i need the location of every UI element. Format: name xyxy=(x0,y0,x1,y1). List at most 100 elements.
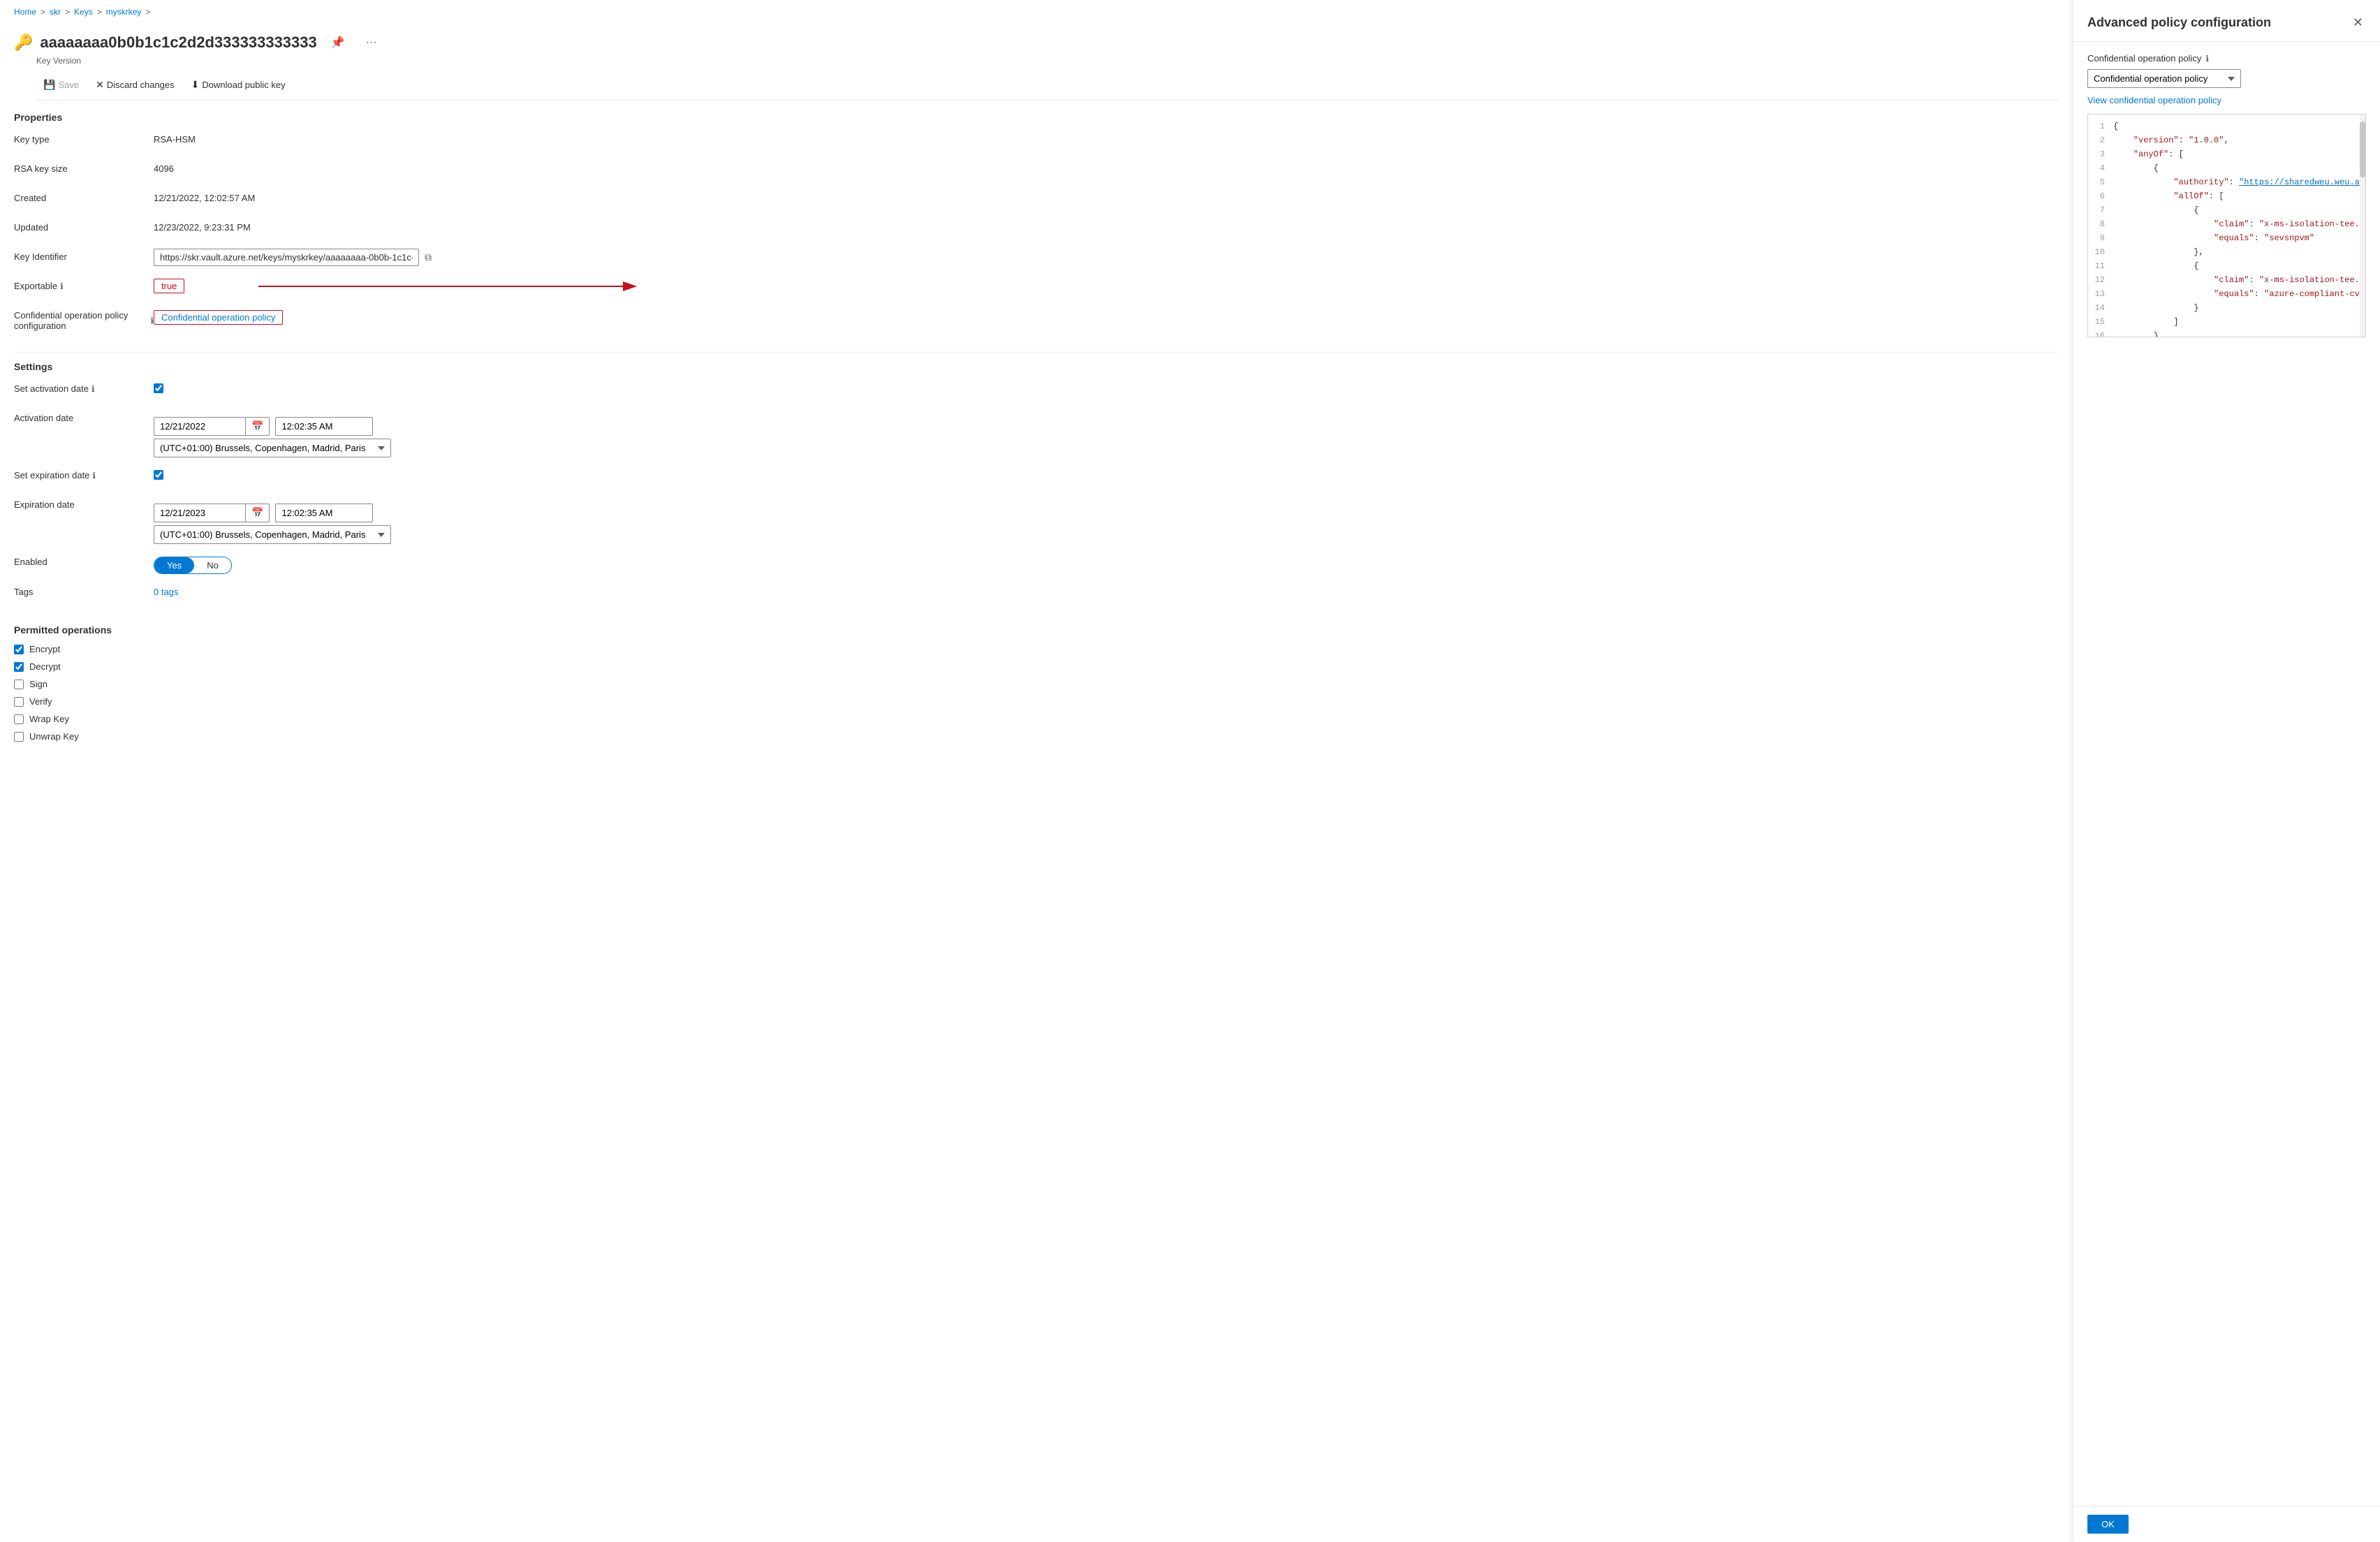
side-panel-footer: OK xyxy=(2073,1506,2380,1542)
tags-link[interactable]: 0 tags xyxy=(154,587,178,597)
updated-label: Updated xyxy=(14,219,154,233)
page-header: 🔑 aaaaaaaa0b0b1c1c2d2d333333333333 📌 ···… xyxy=(0,24,2073,101)
breadcrumb-skr[interactable]: skr xyxy=(50,7,61,17)
set-expiration-checkbox[interactable] xyxy=(154,470,163,480)
set-activation-checkbox[interactable] xyxy=(154,383,163,393)
unwrap-key-label: Unwrap Key xyxy=(29,731,79,742)
no-button[interactable]: No xyxy=(194,557,231,573)
save-button[interactable]: 💾 Save xyxy=(36,75,86,94)
created-label: Created xyxy=(14,190,154,203)
enabled-label: Enabled xyxy=(14,554,154,567)
expiration-timezone-select[interactable]: (UTC+01:00) Brussels, Copenhagen, Madrid… xyxy=(154,525,391,544)
wrap-key-label: Wrap Key xyxy=(29,714,69,724)
divider-1 xyxy=(14,352,2059,353)
scrollbar-thumb xyxy=(2360,122,2365,177)
policy-dropdown[interactable]: Confidential operation policy xyxy=(2087,69,2241,88)
expiration-calendar-icon[interactable]: 📅 xyxy=(245,504,269,522)
operation-row-unwrap-key: Unwrap Key xyxy=(14,731,2059,742)
created-value: 12/21/2022, 12:02:57 AM xyxy=(154,190,255,203)
policy-dropdown-label: Confidential operation policy xyxy=(2087,53,2201,64)
exportable-label: Exportable ℹ xyxy=(14,278,154,291)
copy-key-id-button[interactable]: ⧉ xyxy=(422,249,434,266)
breadcrumb-keys[interactable]: Keys xyxy=(74,7,93,17)
yes-button[interactable]: Yes xyxy=(154,557,194,573)
view-policy-link[interactable]: View confidential operation policy xyxy=(2087,95,2366,105)
rsa-key-size-row: RSA key size 4096 xyxy=(14,161,2059,180)
more-button[interactable]: ··· xyxy=(359,33,384,52)
activation-date-row-inputs: 📅 xyxy=(154,417,391,436)
code-line-13: 13 "equals": "azure-compliant-cvm" xyxy=(2088,288,2365,302)
code-line-1: 1 { xyxy=(2088,120,2365,134)
expiration-tz-wrapper: (UTC+01:00) Brussels, Copenhagen, Madrid… xyxy=(154,525,391,544)
verify-checkbox[interactable] xyxy=(14,697,24,707)
key-identifier-input-wrapper: ⧉ xyxy=(154,249,434,266)
key-identifier-row: Key Identifier ⧉ xyxy=(14,249,2059,268)
properties-section: Properties Key type RSA-HSM RSA key size… xyxy=(0,101,2073,352)
operation-row-sign: Sign xyxy=(14,679,2059,689)
discard-button[interactable]: ✕ Discard changes xyxy=(89,75,182,94)
decrypt-checkbox[interactable] xyxy=(14,662,24,672)
expiration-date-picker: 📅 xyxy=(154,504,270,522)
policy-config-badge[interactable]: Confidential operation policy xyxy=(154,310,283,325)
sign-checkbox[interactable] xyxy=(14,680,24,689)
breadcrumb-home[interactable]: Home xyxy=(14,7,36,17)
code-line-10: 10 }, xyxy=(2088,246,2365,260)
policy-config-row: Confidential operation policy configurat… xyxy=(14,307,2059,331)
code-line-8: 8 "claim": "x-ms-isolation-tee.x-ms-atte… xyxy=(2088,218,2365,232)
set-expiration-row: Set expiration date ℹ xyxy=(14,467,2059,487)
activation-timezone-select[interactable]: (UTC+01:00) Brussels, Copenhagen, Madrid… xyxy=(154,439,391,457)
ok-button[interactable]: OK xyxy=(2087,1515,2129,1534)
sign-label: Sign xyxy=(29,679,47,689)
expiration-date-field[interactable] xyxy=(154,504,245,522)
policy-config-value: Confidential operation policy xyxy=(154,307,283,325)
code-line-9: 9 "equals": "sevsnpvm" xyxy=(2088,232,2365,246)
code-line-4: 4 { xyxy=(2088,162,2365,176)
activation-info-icon[interactable]: ℹ xyxy=(91,384,95,394)
key-identifier-field[interactable] xyxy=(154,249,419,266)
save-icon: 💾 xyxy=(43,79,55,91)
code-line-5: 5 "authority": "https://sharedweu.weu.at… xyxy=(2088,176,2365,190)
created-row: Created 12/21/2022, 12:02:57 AM xyxy=(14,190,2059,210)
set-activation-label: Set activation date ℹ xyxy=(14,381,154,394)
download-button[interactable]: ⬇ Download public key xyxy=(184,75,293,94)
activation-time-field[interactable] xyxy=(275,417,373,436)
exportable-value: true xyxy=(154,278,184,291)
wrap-key-checkbox[interactable] xyxy=(14,714,24,724)
code-line-14: 14 } xyxy=(2088,302,2365,316)
breadcrumb-myskrkey[interactable]: myskrkey xyxy=(106,7,142,17)
tags-value: 0 tags xyxy=(154,584,178,597)
activation-calendar-icon[interactable]: 📅 xyxy=(245,418,269,435)
close-panel-button[interactable]: ✕ xyxy=(2350,13,2366,33)
settings-title: Settings xyxy=(14,361,2059,372)
code-line-12: 12 "claim": "x-ms-isolation-tee.x-ms-com… xyxy=(2088,274,2365,288)
code-line-2: 2 "version": "1.0.0", xyxy=(2088,134,2365,148)
code-scrollbar[interactable] xyxy=(2360,115,2365,337)
code-line-3: 3 "anyOf": [ xyxy=(2088,148,2365,162)
exportable-info-icon[interactable]: ℹ xyxy=(60,281,64,291)
activation-date-field[interactable] xyxy=(154,418,245,435)
code-line-15: 15 ] xyxy=(2088,316,2365,330)
expiration-date-row: Expiration date 📅 (UTC+01:00) Brussels, … xyxy=(14,497,2059,544)
operation-row-wrap-key: Wrap Key xyxy=(14,714,2059,724)
exportable-badge: true xyxy=(154,279,184,293)
enabled-toggle: Yes No xyxy=(154,557,232,574)
updated-row: Updated 12/23/2022, 9:23:31 PM xyxy=(14,219,2059,239)
page-title-row: 🔑 aaaaaaaa0b0b1c1c2d2d333333333333 📌 ··· xyxy=(14,32,2059,53)
tags-row: Tags 0 tags xyxy=(14,584,2059,603)
encrypt-label: Encrypt xyxy=(29,644,60,654)
expiration-info-icon[interactable]: ℹ xyxy=(92,471,96,480)
encrypt-checkbox[interactable] xyxy=(14,645,24,654)
enabled-row: Enabled Yes No xyxy=(14,554,2059,574)
policy-info-icon[interactable]: ℹ xyxy=(2205,54,2209,64)
unwrap-key-checkbox[interactable] xyxy=(14,732,24,742)
pin-button[interactable]: 📌 xyxy=(324,32,352,53)
key-icon: 🔑 xyxy=(14,34,33,52)
expiration-time-field[interactable] xyxy=(275,504,373,522)
set-expiration-label: Set expiration date ℹ xyxy=(14,467,154,480)
breadcrumb: Home > skr > Keys > myskrkey > xyxy=(0,0,2073,24)
key-type-row: Key type RSA-HSM xyxy=(14,131,2059,151)
operation-row-decrypt: Decrypt xyxy=(14,661,2059,672)
settings-section: Settings Set activation date ℹ Activatio… xyxy=(0,361,2073,624)
breadcrumb-sep-3: > xyxy=(97,7,102,17)
key-type-value: RSA-HSM xyxy=(154,131,196,145)
